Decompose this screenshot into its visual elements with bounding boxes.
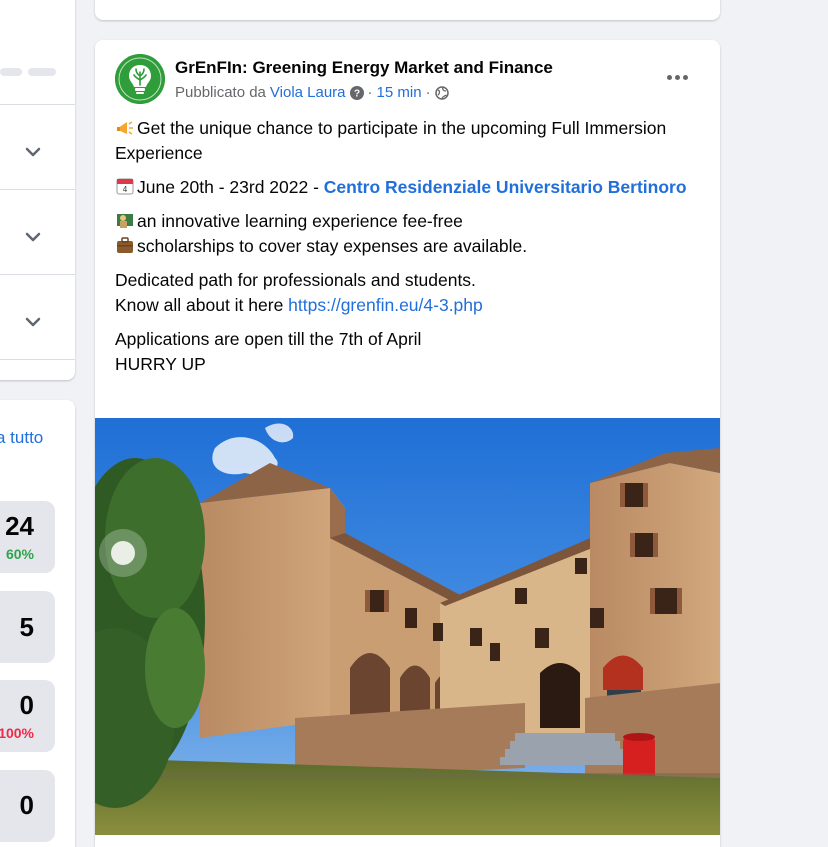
author-link[interactable]: Viola Laura bbox=[270, 84, 346, 101]
divider bbox=[0, 359, 75, 360]
post-photo[interactable] bbox=[95, 418, 720, 835]
globe-icon[interactable] bbox=[434, 85, 449, 100]
more-options-icon[interactable] bbox=[659, 62, 695, 92]
feed-post: GrEnFIn: Greening Energy Market and Fina… bbox=[95, 40, 720, 847]
divider bbox=[0, 189, 75, 190]
stat-percent: 60% bbox=[5, 546, 34, 562]
post-paragraph: Dedicated path for professionals and stu… bbox=[115, 268, 695, 318]
post-line: HURRY UP bbox=[115, 354, 206, 374]
placeholder-pill bbox=[0, 68, 22, 76]
stat-box[interactable]: 0 100% bbox=[0, 680, 55, 752]
stat-value: 24 bbox=[5, 511, 34, 541]
stat-box[interactable]: 24 60% bbox=[0, 501, 55, 573]
placeholder-pill bbox=[28, 68, 56, 76]
published-by-label: Pubblicato da bbox=[175, 84, 266, 101]
chevron-down-icon[interactable] bbox=[22, 311, 44, 333]
question-icon[interactable]: ? bbox=[349, 85, 364, 100]
chevron-down-icon[interactable] bbox=[22, 226, 44, 248]
grenfin-logo[interactable] bbox=[115, 54, 165, 104]
date-text: June 20th - 23rd 2022 - bbox=[137, 177, 324, 197]
loading-placeholder bbox=[0, 68, 56, 76]
page-name-link[interactable]: GrEnFIn: Greening Energy Market and Fina… bbox=[175, 58, 553, 78]
svg-text:4: 4 bbox=[123, 185, 128, 194]
previous-post-card bbox=[95, 0, 720, 20]
venue-link[interactable]: Centro Residenziale Universitario Bertin… bbox=[324, 177, 687, 197]
svg-text:?: ? bbox=[353, 88, 359, 99]
post-line: Know all about it here bbox=[115, 295, 289, 315]
post-line: Get the unique chance to participate in … bbox=[115, 118, 667, 163]
meta-separator: · bbox=[425, 84, 431, 101]
post-line: Dedicated path for professionals and stu… bbox=[115, 270, 476, 290]
meta-separator: · bbox=[367, 84, 373, 101]
insights-card: a tutto 24 60% 5 0 100% 0 bbox=[0, 400, 75, 847]
stat-value: 0 bbox=[19, 690, 34, 720]
stat-box[interactable]: 5 bbox=[0, 591, 55, 663]
stat-box[interactable]: 0 bbox=[0, 770, 55, 842]
chevron-down-icon[interactable] bbox=[22, 141, 44, 163]
divider bbox=[0, 274, 75, 275]
divider bbox=[0, 104, 75, 105]
post-paragraph: an innovative learning experience fee-fr… bbox=[115, 209, 695, 259]
post-paragraph: Applications are open till the 7th of Ap… bbox=[115, 327, 695, 377]
post-time-link[interactable]: 15 min bbox=[377, 84, 422, 101]
post-line: scholarships to cover stay expenses are … bbox=[137, 236, 528, 256]
calendar-emoji: 4 bbox=[115, 176, 135, 196]
post-paragraph: 4 June 20th - 23rd 2022 - Centro Residen… bbox=[115, 175, 695, 200]
stat-percent: 100% bbox=[0, 725, 34, 741]
megaphone-emoji bbox=[115, 117, 135, 137]
teacher-emoji bbox=[115, 210, 135, 230]
stat-value: 0 bbox=[19, 790, 34, 820]
stat-value: 5 bbox=[19, 612, 34, 642]
left-sidebar-card bbox=[0, 0, 75, 380]
post-line: an innovative learning experience fee-fr… bbox=[137, 211, 463, 231]
post-line: Applications are open till the 7th of Ap… bbox=[115, 329, 422, 349]
post-paragraph: Get the unique chance to participate in … bbox=[115, 116, 695, 166]
post-text: Get the unique chance to participate in … bbox=[115, 116, 695, 386]
post-meta: Pubblicato da Viola Laura ? · 15 min · bbox=[175, 84, 449, 101]
see-all-link[interactable]: a tutto bbox=[0, 428, 43, 448]
briefcase-emoji bbox=[115, 235, 135, 255]
external-link[interactable]: https://grenfin.eu/4-3.php bbox=[288, 295, 483, 315]
